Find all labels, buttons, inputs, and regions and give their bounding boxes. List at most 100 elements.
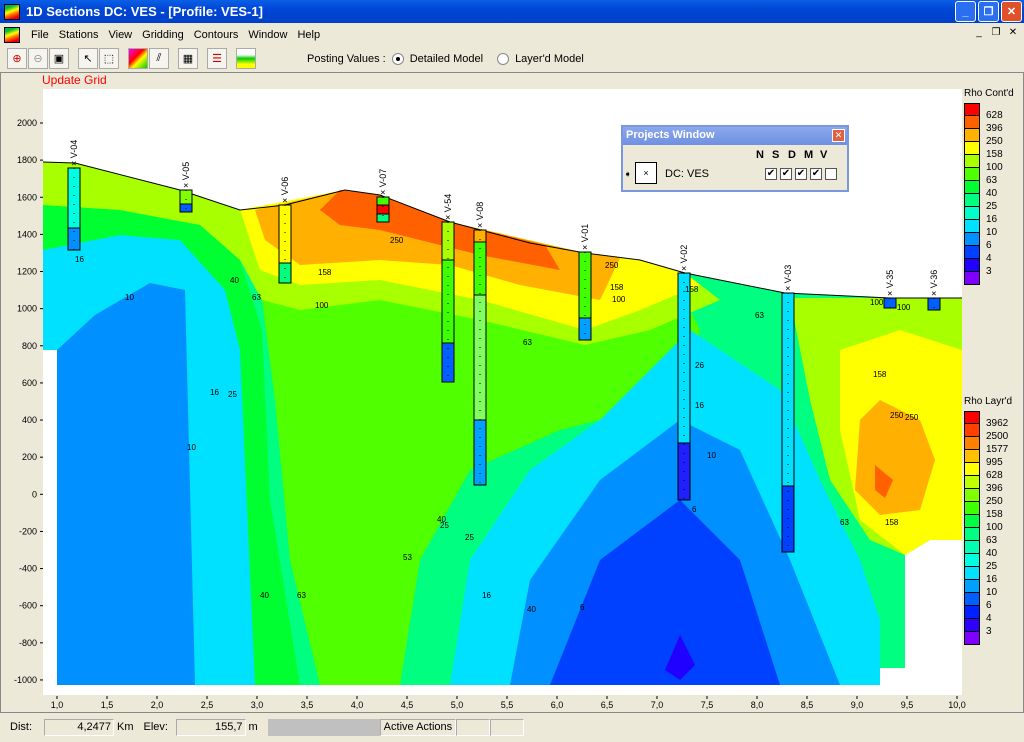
checkbox-d[interactable]: ✔ xyxy=(795,168,807,180)
status-bar: Dist: 4,2477 Km Elev: 155,7 m Active Act… xyxy=(0,716,1024,738)
x-tick-label: 9,0 xyxy=(851,700,864,710)
x-tick-label: 8,5 xyxy=(801,700,814,710)
legend-swatch xyxy=(964,220,980,233)
progress-bar xyxy=(267,718,380,736)
status-panel-2 xyxy=(489,718,524,736)
x-tick-label: 7,5 xyxy=(701,700,714,710)
x-tick-label: 7,0 xyxy=(651,700,664,710)
legend-swatch xyxy=(964,502,980,515)
legend-swatch xyxy=(964,554,980,567)
station-column[interactable]: × V-01 xyxy=(578,224,592,341)
y-tick-label: 400 xyxy=(22,415,37,425)
legend-label: 40 xyxy=(986,548,998,559)
station-column[interactable]: × V-07 xyxy=(376,169,390,223)
y-tick-label: -200 xyxy=(19,526,37,536)
legend-swatch xyxy=(964,246,980,259)
x-tick-label: 9,5 xyxy=(901,700,914,710)
legend-label: 100 xyxy=(986,522,1003,533)
x-tick-label: 1,5 xyxy=(101,700,114,710)
station-label: × V-03 xyxy=(783,265,793,291)
y-tick-label: 1800 xyxy=(17,155,37,165)
station-column[interactable]: × V-08 xyxy=(473,202,487,486)
projects-window: Projects Window ✕ NSDMV ➧ × DC: VES ✔ ✔ ✔ ✔ xyxy=(621,125,849,192)
y-tick-label: -400 xyxy=(19,564,37,574)
current-project-arrow-icon: ➧ xyxy=(624,169,632,179)
x-tick-label: 6,5 xyxy=(601,700,614,710)
legend-layrd-title: Rho Layr'd xyxy=(964,396,1013,407)
dist-value: 4,2477 xyxy=(44,718,114,736)
station-column[interactable]: × V-04 xyxy=(67,140,81,251)
legend-label: 396 xyxy=(986,483,1003,494)
projects-window-title: Projects Window xyxy=(623,127,847,145)
legend-label: 250 xyxy=(986,496,1003,507)
resistivity-section-plot[interactable]: × V-04 × V-05 × V-06 × V-07 × V-54 × V-08 × V-… xyxy=(0,0,1024,742)
station-column[interactable]: × V-05 xyxy=(179,162,193,213)
contour-label: 6 xyxy=(692,505,697,514)
station-label: × V-08 xyxy=(475,202,485,228)
legend-swatch xyxy=(964,632,980,645)
station-label: × V-07 xyxy=(378,169,388,195)
legend-label: 396 xyxy=(986,123,1003,134)
x-tick-label: 4,0 xyxy=(351,700,364,710)
x-tick-label: 3,5 xyxy=(301,700,314,710)
y-tick-label: 1000 xyxy=(17,304,37,314)
active-actions-label: Active Actions xyxy=(379,718,456,736)
station-column[interactable]: × V-35 xyxy=(883,270,897,309)
legend-label: 2500 xyxy=(986,431,1009,442)
legend-swatch xyxy=(964,593,980,606)
legend-swatch xyxy=(964,129,980,142)
y-tick-label: 2000 xyxy=(17,118,37,128)
x-tick-label: 2,5 xyxy=(201,700,214,710)
x-tick-label: 4,5 xyxy=(401,700,414,710)
legend-label: 1577 xyxy=(986,444,1009,455)
legend-label: 4 xyxy=(986,613,992,624)
x-tick-label: 10,0 xyxy=(948,700,966,710)
checkbox-s[interactable]: ✔ xyxy=(780,168,792,180)
contour-label: 10 xyxy=(187,443,196,452)
contour-label: 158 xyxy=(685,285,699,294)
contour-label: 40 xyxy=(527,605,536,614)
checkbox-m[interactable]: ✔ xyxy=(810,168,822,180)
legend-contd-title: Rho Cont'd xyxy=(964,88,1014,99)
station-column[interactable]: × V-54 xyxy=(441,194,455,383)
legend-swatch xyxy=(964,489,980,502)
elev-value: 155,7 xyxy=(175,718,246,736)
station-label: × V-01 xyxy=(580,224,590,250)
station-column[interactable]: × V-02 xyxy=(677,245,691,501)
contour-label: 25 xyxy=(228,390,237,399)
dist-unit: Km xyxy=(117,721,134,733)
legend-label: 100 xyxy=(986,162,1003,173)
station-column[interactable]: × V-36 xyxy=(927,270,941,311)
checkbox-v[interactable] xyxy=(825,168,837,180)
contour-label: 100 xyxy=(612,295,626,304)
contour-label: 63 xyxy=(840,518,849,527)
legend-contd: Rho Cont'd 628 396 250 158 100 63 40 25 16 10 6 4 3 xyxy=(964,88,1020,285)
legend-swatch xyxy=(964,463,980,476)
project-name[interactable]: DC: VES xyxy=(665,168,709,180)
legend-swatch xyxy=(964,181,980,194)
contour-label: 158 xyxy=(873,370,887,379)
y-tick-label: 1400 xyxy=(17,229,37,239)
y-tick-label: 1600 xyxy=(17,192,37,202)
y-tick-label: 0 xyxy=(32,489,37,499)
y-tick-label: -800 xyxy=(19,638,37,648)
station-label: × V-06 xyxy=(280,177,290,203)
contour-label: 25 xyxy=(465,533,474,542)
contour-label: 10 xyxy=(125,293,134,302)
contour-label: 158 xyxy=(610,283,624,292)
legend-label: 63 xyxy=(986,175,998,186)
checkbox-n[interactable]: ✔ xyxy=(765,168,777,180)
projects-window-close-button[interactable]: ✕ xyxy=(832,129,845,142)
column-header-d: D xyxy=(788,149,796,161)
station-column[interactable]: × V-06 xyxy=(278,177,292,284)
y-tick-label: 200 xyxy=(22,452,37,462)
contour-label: 158 xyxy=(318,268,332,277)
legend-swatch xyxy=(964,450,980,463)
contour-label: 250 xyxy=(890,411,904,420)
contour-label: 100 xyxy=(870,298,884,307)
status-panel-1 xyxy=(455,718,490,736)
station-column[interactable]: × V-03 xyxy=(781,265,795,553)
station-label: × V-02 xyxy=(679,245,689,271)
y-tick-label: -600 xyxy=(19,601,37,611)
project-icon[interactable]: × xyxy=(635,162,657,184)
